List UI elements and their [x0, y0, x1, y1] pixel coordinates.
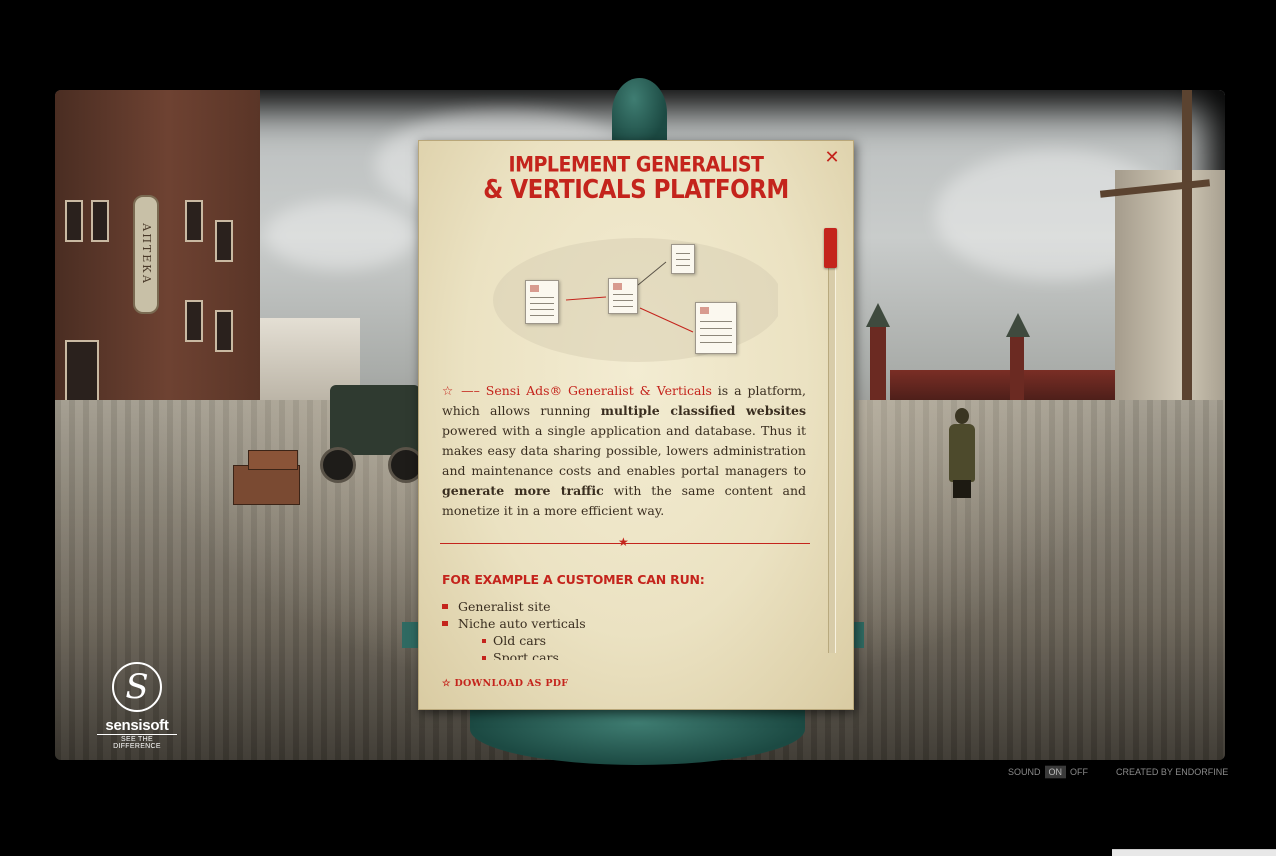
doc-line: [530, 309, 554, 310]
doc-line: [676, 259, 690, 260]
sensisoft-logo[interactable]: S sensisoft SEE THE DIFFERENCE: [97, 662, 177, 750]
section-heading: FOR EXAMPLE A CUSTOMER CAN RUN:: [442, 572, 705, 587]
close-icon[interactable]: ✕: [824, 149, 840, 167]
car-body: [330, 385, 420, 455]
soldier-coat: [949, 424, 975, 482]
doc-line: [676, 253, 690, 254]
info-poster: IMPLEMENT GENERALIST & VERTICALS PLATFOR…: [418, 140, 854, 710]
intro-bold-2: generate more traffic: [442, 483, 604, 498]
window: [65, 200, 83, 242]
doc-line: [530, 297, 554, 298]
kremlin-tower: [1006, 313, 1030, 400]
example-list: Generalist site Niche auto verticals Old…: [442, 598, 802, 660]
soldier-head: [955, 408, 969, 424]
soldier-figure: [945, 408, 979, 498]
sensisoft-logo-icon: S: [112, 662, 162, 712]
sub-list-item: Sport cars: [442, 649, 802, 660]
doc-line: [700, 328, 732, 329]
doc-line: [700, 321, 732, 322]
window: [185, 200, 203, 242]
sub-list-item: Old cars: [442, 632, 802, 649]
doc-line: [613, 294, 633, 295]
cloud: [265, 200, 415, 270]
pharmacy-sign: АПТЕКА: [133, 195, 159, 314]
product-name: Sensi Ads® Generalist & Verticals: [485, 383, 712, 398]
logo-name: sensisoft: [105, 717, 169, 734]
doc-line: [530, 315, 554, 316]
doc-line: [613, 306, 633, 307]
doc-line: [613, 300, 633, 301]
star-icon: ☆: [442, 383, 456, 398]
crate: [248, 450, 298, 470]
scrollbar-thumb[interactable]: [824, 228, 837, 268]
doc-thumb: [613, 283, 622, 290]
star-icon: ☆: [442, 678, 451, 689]
credit-link[interactable]: CREATED BY ENDORFINE: [1116, 767, 1228, 778]
diagram-document: [525, 280, 559, 324]
vintage-car: [320, 375, 430, 485]
poster-title-line1: IMPLEMENT GENERALIST: [508, 152, 764, 178]
window: [185, 300, 203, 342]
doc-thumb: [530, 285, 539, 292]
list-item: Niche auto verticals: [442, 615, 802, 632]
intro-dash: —–: [455, 383, 486, 398]
logo-tagline: SEE THE DIFFERENCE: [97, 734, 177, 750]
diagram-document: [608, 278, 638, 314]
divider-star-icon: ★: [618, 535, 629, 549]
sound-on-toggle[interactable]: ON: [1044, 765, 1067, 779]
doc-line: [676, 265, 690, 266]
platform-diagram: [488, 230, 778, 365]
doc-line: [700, 335, 732, 336]
download-label: DOWNLOAD AS PDF: [454, 678, 569, 689]
list-item: Generalist site: [442, 598, 802, 615]
poster-title-line2: & VERTICALS PLATFORM: [483, 175, 789, 205]
crate: [233, 465, 300, 505]
column-top-finial: [612, 78, 667, 148]
window: [65, 340, 99, 404]
intro-paragraph: ☆ —– Sensi Ads® Generalist & Verticals i…: [442, 381, 806, 521]
window: [215, 220, 233, 262]
sound-label: SOUND: [1008, 766, 1041, 778]
doc-thumb: [700, 307, 709, 314]
soldier-legs: [953, 480, 971, 498]
doc-line: [700, 342, 732, 343]
intro-bold-1: multiple classified websites: [600, 403, 806, 418]
doc-line: [530, 303, 554, 304]
diagram-document: [695, 302, 737, 354]
sound-off-toggle[interactable]: OFF: [1070, 767, 1088, 778]
window: [215, 310, 233, 352]
column-side-left: [402, 622, 418, 648]
footer-bar: SOUND ON OFF CREATED BY ENDORFINE: [1008, 765, 1228, 779]
download-pdf-link[interactable]: ☆ DOWNLOAD AS PDF: [442, 678, 568, 689]
car-wheel: [320, 447, 356, 483]
scrollbar-track[interactable]: [828, 228, 836, 653]
kremlin-tower: [866, 303, 890, 400]
poster-title: IMPLEMENT GENERALIST & VERTICALS PLATFOR…: [478, 152, 794, 205]
window: [91, 200, 109, 242]
intro-text-2: powered with a single application and da…: [442, 423, 806, 478]
diagram-document: [671, 244, 695, 274]
